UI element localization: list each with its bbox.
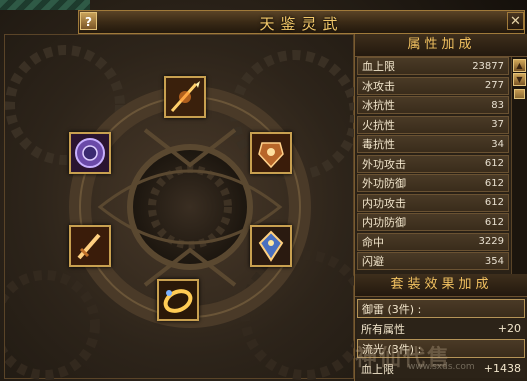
attribute-row: 血上限 23877 [357,57,509,75]
close-button[interactable]: ✕ [507,12,524,30]
slot-top[interactable] [164,76,206,118]
attribute-value: 37 [491,119,504,130]
attribute-list[interactable]: 血上限 23877 冰攻击 277 冰抗性 83 火抗性 37 毒抗性 34 外功攻击 612 外功防御… [357,57,509,275]
attribute-row: 毒抗性 34 [357,135,509,153]
attribute-label: 内功攻击 [362,196,406,210]
tianjian-lingwu-window: 天鉴灵武 ? ✕ 属性加成 血上限 23877 冰攻击 277 冰抗性 83 火… [0,0,527,381]
suit-stat-row: 所有属性 +20 [357,319,525,338]
slot-upper-right[interactable] [250,132,292,174]
suit-label: 所有属性 [361,322,405,336]
attribute-panel: 属性加成 血上限 23877 冰攻击 277 冰抗性 83 火抗性 37 毒抗性 34 外功攻击 61… [354,34,527,381]
armor-icon [252,134,290,172]
attribute-label: 命中 [362,235,384,249]
attribute-value: 612 [484,216,504,228]
attribute-value: 34 [491,138,504,150]
attribute-row: 内功攻击 612 [357,193,509,212]
window-title: 天鉴灵武 [259,15,344,33]
attribute-label: 血上限 [362,60,395,73]
dagger-icon [71,227,109,265]
attribute-row: 冰攻击 277 [357,76,509,95]
purple-shield-icon [71,134,109,172]
attribute-label: 毒抗性 [362,138,395,151]
attribute-label: 冰攻击 [362,79,395,93]
attribute-value: 83 [491,99,504,111]
watermark-url: www.sxds.com [408,362,475,372]
attribute-value: 612 [484,177,504,189]
attribute-row: 命中 3229 [357,232,509,251]
slot-lower-right[interactable] [250,225,292,267]
ring-icon [159,281,197,319]
suit-value: +20 [497,322,521,335]
attribute-value: 612 [484,158,504,169]
attribute-row: 闪避 354 [357,252,509,270]
equipment-panel [4,34,355,380]
slot-upper-left[interactable] [69,132,111,174]
slot-lower-left[interactable] [69,225,111,267]
attribute-label: 内功防御 [362,216,406,229]
attribute-label: 外功攻击 [362,157,406,171]
attribute-label: 火抗性 [362,118,395,132]
attribute-label: 外功防御 [362,177,406,190]
help-button[interactable]: ? [80,12,97,30]
decorative-strip [0,0,90,10]
attribute-value: 277 [484,80,504,91]
attribute-label: 闪避 [362,255,384,268]
attribute-value: 612 [484,197,504,208]
spear-icon [166,78,204,116]
suit-header: 套装效果加成 [355,274,527,297]
attribute-row: 冰抗性 83 [357,96,509,114]
attribute-row: 火抗性 37 [357,115,509,134]
gem-icon [252,227,290,265]
suit-value: +1438 [483,362,521,375]
scroll-thumb[interactable] [514,89,525,99]
attribute-label: 冰抗性 [362,99,395,112]
attribute-value: 354 [484,255,504,267]
attribute-value: 23877 [472,60,504,72]
attribute-row: 外功攻击 612 [357,154,509,173]
attribute-scrollbar[interactable]: ▲ ▼ [511,57,527,275]
attribute-row: 外功防御 612 [357,174,509,192]
scroll-up-button[interactable]: ▲ [513,59,526,72]
slot-bottom[interactable] [157,279,199,321]
scroll-down-button[interactable]: ▼ [513,73,526,86]
suit-label: 御雷 (3件) : [362,302,422,316]
title-bar[interactable]: 天鉴灵武 [78,10,525,34]
attribute-header: 属性加成 [355,34,527,57]
attribute-value: 3229 [478,236,504,247]
attribute-row: 内功防御 612 [357,213,509,231]
suit-name-row: 御雷 (3件) : [357,299,525,318]
